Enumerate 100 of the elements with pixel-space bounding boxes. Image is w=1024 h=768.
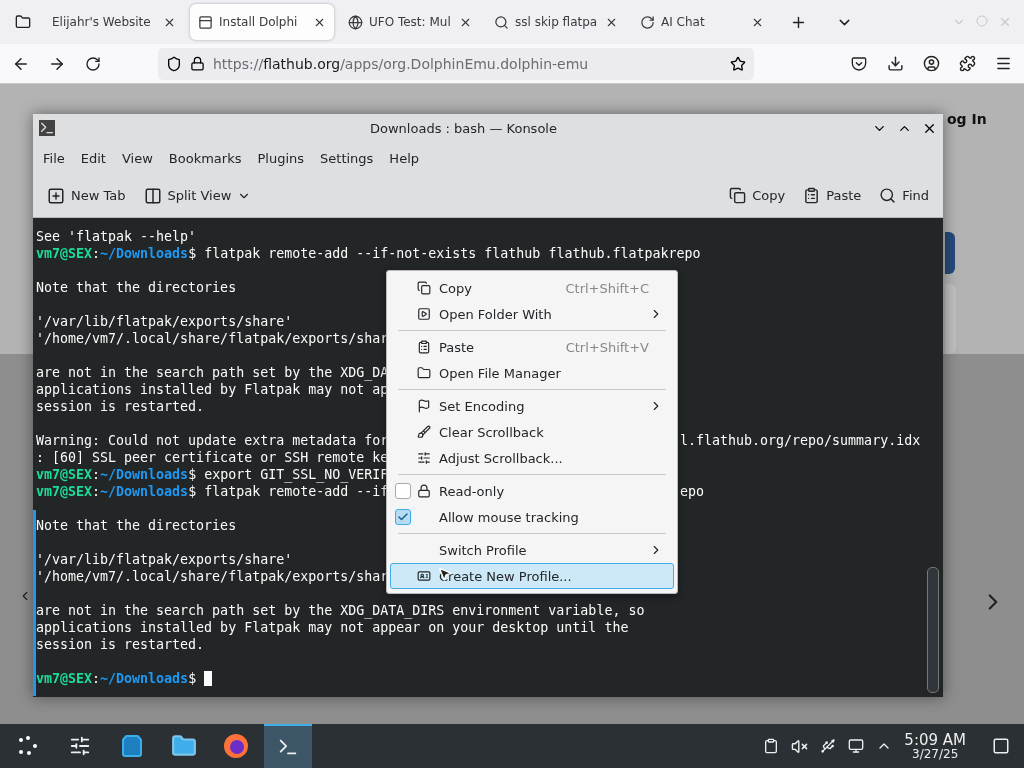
muted-volume-icon[interactable] xyxy=(791,737,809,755)
browser-tab[interactable]: AI Chat xyxy=(632,4,772,40)
lock-icon[interactable] xyxy=(190,56,205,71)
terminal-text: session is restarted. xyxy=(36,636,205,653)
copy-icon xyxy=(417,281,431,295)
columns-icon xyxy=(143,186,162,205)
prompt-separator: : xyxy=(92,670,101,687)
shortcut-text: Ctrl+Shift+V xyxy=(565,339,649,355)
clipboard-icon[interactable] xyxy=(763,738,780,754)
tab-title: Elijahr's Website xyxy=(52,15,152,29)
shield-icon[interactable] xyxy=(166,55,182,72)
flag-icon xyxy=(417,399,431,413)
prompt-separator: : xyxy=(92,483,101,500)
clock-time[interactable]: 5:09 AM xyxy=(904,732,966,748)
menu-item[interactable]: Settings xyxy=(312,150,382,166)
terminal-text: export GIT_SSL_NO_VERIF xyxy=(203,466,389,483)
lock-icon xyxy=(417,484,431,498)
card-icon xyxy=(417,569,431,583)
prompt-path: ~/Downloads xyxy=(100,245,189,262)
menu-item[interactable]: Open Folder With xyxy=(390,301,674,327)
tab-title: UFO Test: Mul xyxy=(369,15,452,29)
menu-item[interactable]: View xyxy=(113,150,161,166)
copy-button[interactable]: Copy xyxy=(723,183,792,208)
menu-item[interactable]: Edit xyxy=(72,150,114,166)
shortcut-text: Ctrl+Shift+C xyxy=(565,280,649,296)
menu-item[interactable]: Copy Ctrl+Shift+C xyxy=(390,275,674,301)
prompt-sign: $ xyxy=(188,466,197,483)
terminal-icon[interactable] xyxy=(264,724,312,768)
split-view-button[interactable]: Split View xyxy=(137,182,258,209)
terminal-text: flatpak remote-add --if-not-exists flathub flathub.flatpakrepo xyxy=(203,245,701,262)
page-button[interactable] xyxy=(945,232,955,274)
menu-item[interactable]: Read-only xyxy=(390,478,674,504)
terminal-text: session is restarted. xyxy=(36,398,205,415)
terminal-text: Note that the directories xyxy=(36,517,237,534)
terminal-text: '/var/lib/flatpak/exports/share' xyxy=(36,551,293,568)
prompt-separator: : xyxy=(92,466,101,483)
prompt-path: ~/Downloads xyxy=(100,466,189,483)
globe-icon xyxy=(348,14,363,30)
show-desktop-icon[interactable] xyxy=(992,737,1010,755)
search-icon xyxy=(494,14,509,30)
login-link[interactable]: og In xyxy=(947,111,987,127)
prompt-separator: : xyxy=(92,245,101,262)
window-title: Downloads : bash — Konsole xyxy=(369,120,558,136)
terminal-text: Warning: Could not update extra metadata for xyxy=(36,432,389,449)
terminal-text: '/var/lib/flatpak/exports/share' xyxy=(36,313,293,330)
new-tab-button[interactable]: New Tab xyxy=(41,182,132,209)
prompt-user: vm7@SEX xyxy=(36,483,93,500)
prompt-sign: $ xyxy=(188,670,197,687)
menu-item[interactable]: Clear Scrollback xyxy=(390,419,674,445)
menu-item[interactable]: File xyxy=(35,150,73,166)
tab-title: AI Chat xyxy=(661,15,706,29)
browser-tab[interactable]: Install Dolphi xyxy=(190,4,334,40)
clipboard-icon xyxy=(417,340,431,354)
bookmark-star-icon[interactable] xyxy=(730,55,746,72)
terminal-icon xyxy=(39,120,55,136)
menu-item[interactable]: Bookmarks xyxy=(160,150,250,166)
terminal-text: l.flathub.org/repo/summary.idx xyxy=(680,432,921,449)
checkbox[interactable] xyxy=(395,509,411,525)
play-window-icon xyxy=(417,307,431,321)
browser-tab[interactable]: Elijahr's Website xyxy=(44,4,184,40)
clipboard-icon xyxy=(803,187,821,204)
find-button[interactable]: Find xyxy=(873,183,935,208)
prompt-sign: $ xyxy=(188,245,197,262)
copy-icon xyxy=(729,187,747,204)
plus-square-icon xyxy=(47,186,65,205)
terminal-text: flatpak remote-add --if xyxy=(203,483,389,500)
search-icon xyxy=(879,187,897,204)
menu-item[interactable]: Plugins xyxy=(249,150,313,166)
paste-button[interactable]: Paste xyxy=(797,183,868,208)
terminal-text: Note that the directories xyxy=(36,279,237,296)
url-text: https://flathub.org/apps/org.DolphinEmu.dolphin-emu xyxy=(213,55,590,72)
folder-icon xyxy=(417,366,431,380)
terminal-text: '/home/vm7/.local/share/flatpak/exports/shar xyxy=(36,330,389,347)
terminal-text: '/home/vm7/.local/share/flatpak/exports/shar xyxy=(36,568,389,585)
terminal-text: are not in the search path set by the XDG_DA xyxy=(36,364,389,381)
menu-item[interactable]: Paste Ctrl+Shift+V xyxy=(390,334,674,360)
prompt-path: ~/Downloads xyxy=(100,670,189,687)
clock-date[interactable]: 3/27/25 xyxy=(912,747,959,760)
browser-tab[interactable]: ssl skip flatpa xyxy=(486,4,626,40)
terminal-text: epo xyxy=(680,483,705,500)
terminal-text: applications installed by Flatpak may not appear on your desktop until the xyxy=(36,619,629,636)
sliders-icon xyxy=(417,451,431,465)
browser-tab[interactable]: UFO Test: Mul xyxy=(340,4,480,40)
brush-icon xyxy=(417,425,431,439)
terminal-text: See 'flatpak --help' xyxy=(36,228,197,245)
menu-item[interactable]: Set Encoding xyxy=(390,393,674,419)
checkbox[interactable] xyxy=(395,483,411,499)
terminal-text: are not in the search path set by the XDG_DATA_DIRS environment variable, so xyxy=(36,602,645,619)
menu-item[interactable]: Open File Manager xyxy=(390,360,674,386)
usb-icon[interactable] xyxy=(820,738,837,754)
address-field[interactable]: https://flathub.org/apps/org.DolphinEmu.dolphin-emu xyxy=(158,47,754,80)
menu-item[interactable]: Help xyxy=(381,150,427,166)
tab-title: Install Dolphi xyxy=(219,15,299,29)
tab-title: ssl skip flatpa xyxy=(515,15,599,29)
prompt-user: vm7@SEX xyxy=(36,670,93,687)
app-icon xyxy=(198,14,213,30)
menu-item[interactable]: Allow mouse tracking xyxy=(390,504,674,530)
menu-item[interactable]: Switch Profile xyxy=(390,537,674,563)
check-icon xyxy=(397,511,409,523)
menu-item[interactable]: Adjust Scrollback... xyxy=(390,445,674,471)
